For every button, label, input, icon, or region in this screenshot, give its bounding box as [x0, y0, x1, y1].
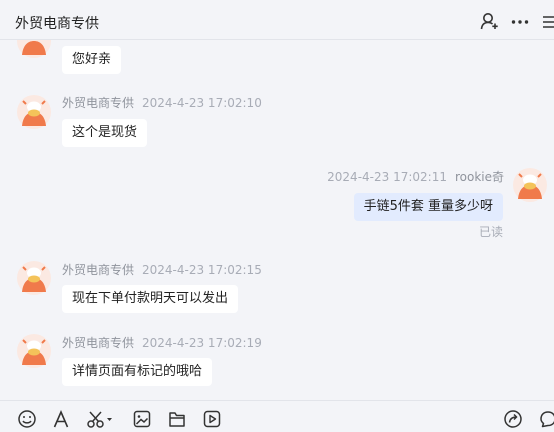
menu-icon[interactable]: [540, 12, 554, 30]
message-meta: 外贸电商专供 2024-4-23 17:02:10: [62, 94, 262, 111]
sender-name: rookie奇: [454, 170, 504, 184]
sender-name: 外贸电商专供: [62, 96, 135, 110]
chat-header: 外贸电商专供: [0, 0, 554, 40]
sender-name: 外贸电商专供: [62, 263, 135, 277]
emoji-icon[interactable]: [17, 409, 37, 429]
avatar[interactable]: [17, 261, 51, 295]
more-icon[interactable]: [510, 12, 530, 30]
avatar[interactable]: [17, 334, 51, 368]
message-bubble[interactable]: 您好亲: [62, 46, 122, 74]
video-icon[interactable]: [202, 409, 222, 429]
chat-title: 外贸电商专供: [15, 16, 99, 32]
message-time: 2024-4-23 17:02:10: [142, 96, 262, 110]
message-time: 2024-4-23 17:02:19: [142, 336, 262, 350]
message-meta: 外贸电商专供 2024-4-23 17:02:15: [62, 261, 262, 278]
avatar[interactable]: [17, 95, 51, 129]
message-bubble[interactable]: 手链5件套 重量多少呀: [353, 193, 503, 221]
font-icon[interactable]: [51, 409, 71, 429]
message-list[interactable]: 您好亲 外贸电商专供 2024-4-23 17:02:10 这个是现货 2024-…: [0, 40, 554, 400]
image-icon[interactable]: [132, 409, 152, 429]
message-bubble[interactable]: 这个是现货: [62, 119, 148, 147]
scissors-icon[interactable]: [86, 409, 116, 429]
sender-name: 外贸电商专供: [62, 336, 135, 350]
add-user-icon[interactable]: [480, 12, 500, 30]
message-time: 2024-4-23 17:02:15: [142, 263, 262, 277]
chat-icon[interactable]: [538, 409, 554, 429]
file-icon[interactable]: [167, 409, 187, 429]
avatar[interactable]: [17, 40, 51, 58]
message-bubble[interactable]: 现在下单付款明天可以发出: [62, 285, 239, 313]
message-time: 2024-4-23 17:02:11: [327, 170, 447, 184]
read-status: 已读: [478, 225, 503, 239]
avatar[interactable]: [513, 168, 547, 202]
message-meta: 2024-4-23 17:02:11 rookie奇: [327, 168, 504, 185]
input-toolbar: [0, 400, 554, 432]
send-icon[interactable]: [503, 409, 523, 429]
message-meta: 外贸电商专供 2024-4-23 17:02:19: [62, 334, 262, 351]
message-bubble[interactable]: 详情页面有标记的哦哈: [62, 358, 213, 386]
